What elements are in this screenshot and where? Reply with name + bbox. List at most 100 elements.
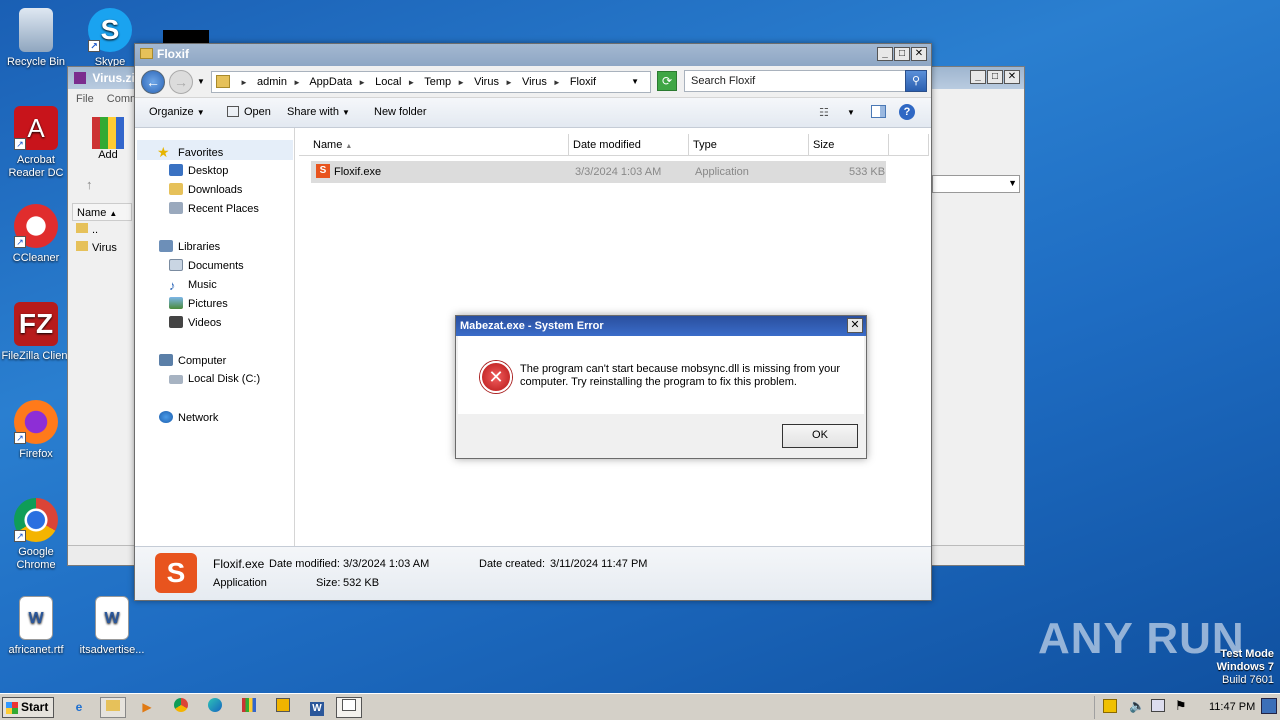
taskbar-outlook[interactable]: [270, 697, 296, 718]
explorer-titlebar[interactable]: Floxif _ □ ✕: [135, 44, 931, 66]
close-icon: ✕: [850, 319, 860, 331]
up-arrow-icon[interactable]: ↑: [86, 177, 93, 192]
desktop-icon-itsadvertise[interactable]: W itsadvertise...: [74, 596, 150, 657]
system-error-dialog[interactable]: Mabezat.exe - System Error ✕ ✕ The progr…: [455, 315, 867, 459]
file-type: Application: [695, 166, 749, 178]
taskbar-word[interactable]: W: [304, 697, 330, 718]
file-date-modified: 3/3/2024 1:03 AM: [575, 166, 662, 178]
maximize-button[interactable]: □: [894, 47, 910, 61]
nav-libraries[interactable]: Libraries: [159, 240, 220, 253]
nav-favorites[interactable]: ★ Favorites: [137, 140, 293, 160]
desktop-icon-acrobat[interactable]: A ↗ Acrobat Reader DC: [0, 106, 74, 180]
column-header-size[interactable]: Size: [809, 134, 889, 156]
breadcrumb[interactable]: ► admin ► AppData ► Local ► Temp ► Virus ► Vi…: [211, 71, 651, 93]
maximize-button[interactable]: □: [987, 70, 1003, 84]
volume-icon[interactable]: 🔈: [1129, 698, 1145, 714]
taskbar-chrome[interactable]: [168, 697, 194, 718]
details-file-type: Application: [213, 577, 267, 589]
minimize-button[interactable]: _: [970, 70, 986, 84]
view-options-icon[interactable]: ☷: [819, 106, 829, 119]
chevron-right-icon[interactable]: ►: [240, 78, 248, 87]
nav-downloads[interactable]: Downloads: [169, 183, 242, 196]
close-button[interactable]: ✕: [1004, 70, 1020, 84]
chevron-right-icon[interactable]: ►: [407, 78, 415, 87]
close-button[interactable]: ✕: [911, 47, 927, 61]
chevron-right-icon[interactable]: ►: [293, 78, 301, 87]
desktop-icon-filezilla[interactable]: FZ FileZilla Client: [0, 302, 74, 363]
chevron-right-icon[interactable]: ►: [505, 78, 513, 87]
archive-column-name[interactable]: Name ▲: [72, 203, 132, 221]
breadcrumb-item[interactable]: Temp: [424, 76, 451, 88]
search-button[interactable]: ⚲: [905, 70, 927, 92]
dialog-title: Mabezat.exe - System Error: [460, 320, 604, 332]
add-button[interactable]: Add: [90, 117, 126, 161]
forward-button[interactable]: →: [169, 70, 193, 94]
file-row[interactable]: S Floxif.exe 3/3/2024 1:03 AM Applicatio…: [311, 161, 886, 183]
share-with-button[interactable]: Share with ▼: [287, 106, 350, 118]
nav-computer[interactable]: Computer: [159, 354, 226, 367]
nav-videos[interactable]: Videos: [169, 316, 221, 329]
taskbar-explorer[interactable]: [100, 697, 126, 718]
command-bar: Organize ▼ Open Share with ▼ New folder …: [135, 98, 931, 128]
help-icon[interactable]: ?: [899, 104, 915, 120]
chevron-right-icon[interactable]: ►: [358, 78, 366, 87]
network-tray-icon[interactable]: [1151, 699, 1165, 712]
breadcrumb-item[interactable]: Virus: [474, 76, 499, 88]
menu-file[interactable]: File: [76, 93, 94, 105]
nav-favorites-label: Favorites: [178, 147, 224, 159]
column-header-type[interactable]: Type: [689, 134, 809, 156]
nav-pictures[interactable]: Pictures: [169, 297, 228, 310]
dialog-close-button[interactable]: ✕: [847, 318, 863, 333]
refresh-button[interactable]: ⟳: [657, 71, 677, 91]
security-warning-icon[interactable]: [1103, 699, 1117, 713]
nav-documents[interactable]: Documents: [169, 259, 244, 272]
nav-local-disk[interactable]: Local Disk (C:): [169, 373, 260, 385]
taskbar-ie[interactable]: e: [66, 697, 92, 718]
nav-recent-places[interactable]: Recent Places: [169, 202, 259, 215]
back-button[interactable]: ←: [141, 70, 165, 94]
desktop-icon-recycle-bin[interactable]: Recycle Bin: [0, 8, 74, 69]
show-desktop-button[interactable]: [1261, 698, 1277, 714]
ok-button[interactable]: OK: [782, 424, 858, 448]
chevron-right-icon[interactable]: ►: [553, 78, 561, 87]
archive-row[interactable]: ..: [76, 223, 98, 236]
chevron-right-icon[interactable]: ►: [457, 78, 465, 87]
search-input[interactable]: Search Floxif: [684, 70, 906, 92]
organize-button[interactable]: Organize ▼: [149, 106, 205, 118]
taskbar-media-player[interactable]: ▶: [134, 697, 160, 718]
desktop-icon-firefox[interactable]: ↗ Firefox: [0, 400, 74, 461]
breadcrumb-item[interactable]: AppData: [309, 76, 352, 88]
clock[interactable]: 11:47 PM: [1209, 701, 1255, 713]
chevron-down-icon[interactable]: ▼: [631, 77, 639, 86]
search-icon: ⚲: [911, 75, 921, 87]
taskbar-edge[interactable]: [202, 697, 228, 718]
details-date-created-label: Date created:: [479, 558, 546, 570]
minimize-button[interactable]: _: [877, 47, 893, 61]
desktop-icon-ccleaner[interactable]: ↗ CCleaner: [0, 204, 74, 265]
open-button[interactable]: Open: [227, 106, 271, 118]
nav-music[interactable]: ♪ Music: [169, 278, 217, 293]
breadcrumb-item[interactable]: Virus: [522, 76, 547, 88]
taskbar-error-dialog[interactable]: [336, 697, 362, 718]
drive-icon: [169, 375, 183, 384]
navigation-pane: ★ Favorites Desktop Downloads Recent Plac…: [135, 128, 295, 546]
breadcrumb-item[interactable]: Local: [375, 76, 401, 88]
column-header-date-modified[interactable]: Date modified: [569, 134, 689, 156]
history-dropdown-icon[interactable]: ▼: [197, 77, 205, 86]
nav-desktop[interactable]: Desktop: [169, 164, 228, 177]
new-folder-button[interactable]: New folder: [374, 106, 427, 118]
column-header-name[interactable]: Name ▲: [299, 134, 569, 156]
preview-pane-icon[interactable]: [871, 105, 886, 118]
nav-network[interactable]: Network: [159, 411, 218, 424]
desktop-icon-africanet-rtf[interactable]: W africanet.rtf: [0, 596, 74, 657]
chevron-down-icon[interactable]: ▼: [847, 108, 855, 117]
dialog-titlebar[interactable]: Mabezat.exe - System Error ✕: [456, 316, 866, 336]
archive-path-dropdown[interactable]: ▼: [932, 175, 1020, 193]
start-button[interactable]: Start: [2, 697, 54, 718]
breadcrumb-item[interactable]: admin: [257, 76, 287, 88]
breadcrumb-item[interactable]: Floxif: [570, 76, 596, 88]
desktop-icon-chrome[interactable]: ↗ Google Chrome: [0, 498, 74, 572]
action-center-flag-icon[interactable]: ⚑: [1175, 698, 1187, 714]
archive-row[interactable]: Virus: [76, 241, 117, 254]
taskbar-winrar[interactable]: [236, 697, 262, 718]
